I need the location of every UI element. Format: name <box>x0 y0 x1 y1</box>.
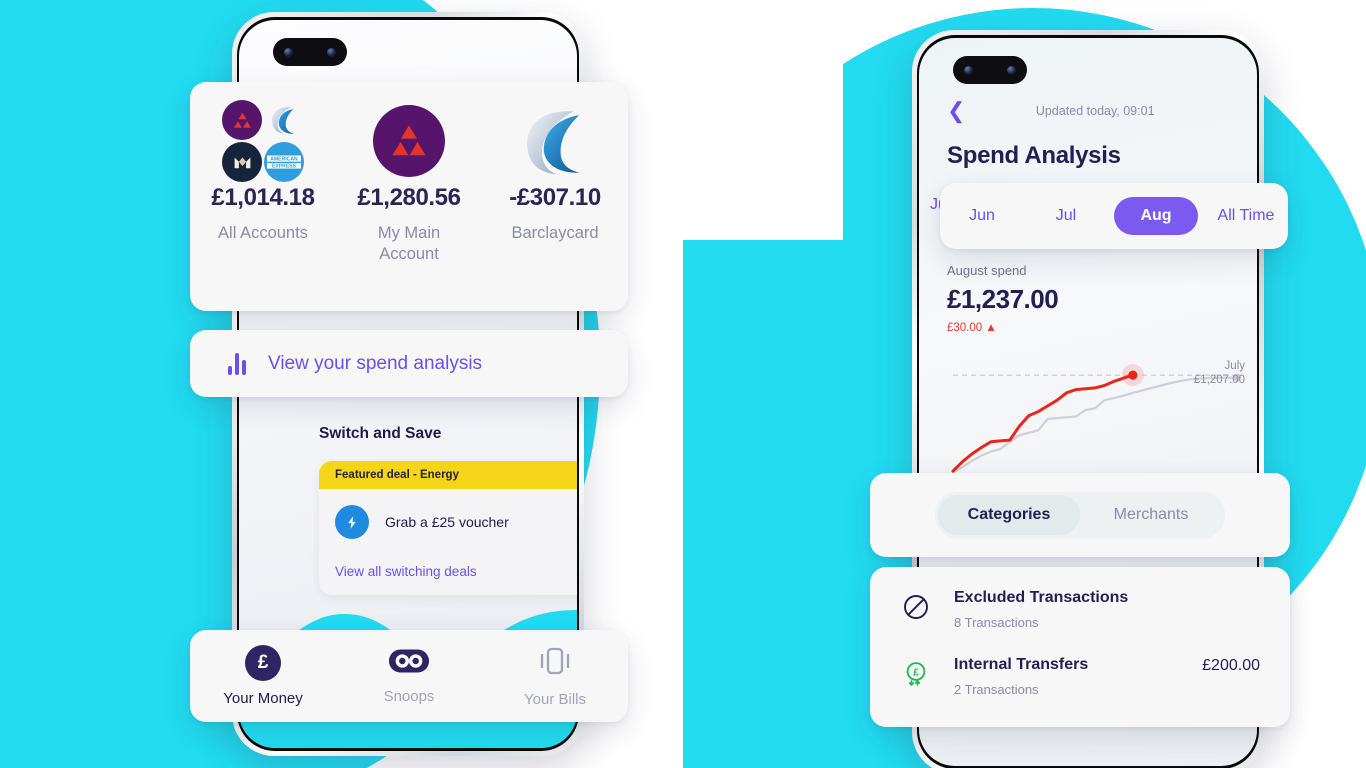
barclays-logo-icon <box>264 100 304 140</box>
camera-lens-icon <box>964 65 973 75</box>
camera-lens-icon <box>327 47 336 57</box>
camera-punchhole-left <box>273 38 347 66</box>
deal-banner-label: Featured deal - Energy <box>319 461 577 489</box>
nav-item-your-bills[interactable]: Your Bills <box>482 645 628 708</box>
deal-link-row[interactable]: View all switching deals → <box>335 561 577 581</box>
updated-timestamp: Updated today, 09:01 <box>1035 104 1155 118</box>
legend-series-name: July <box>1224 360 1245 372</box>
bank-logo-grid: AMERICAN EXPRESS <box>222 100 304 182</box>
lightning-bolt-icon <box>335 505 369 539</box>
month-pill-jul[interactable]: Jul <box>1024 207 1108 225</box>
spend-delta-value: £30.00 <box>947 322 983 334</box>
no-entry-icon <box>900 591 932 623</box>
month-selector: Jun Jul Aug All Time <box>940 183 1288 249</box>
triangle-up-icon: ▲ <box>985 322 997 334</box>
tab-merchants[interactable]: Merchants <box>1080 495 1222 535</box>
nav-item-your-money[interactable]: £ Your Money <box>190 645 336 707</box>
page-title: Spend Analysis <box>947 142 1121 169</box>
tabs-track: Categories Merchants <box>935 492 1225 538</box>
transaction-title: Internal Transfers <box>954 656 1089 673</box>
account-tile-all-accounts[interactable]: AMERICAN EXPRESS £1,014.18 All Accounts <box>190 82 336 311</box>
svg-text:EXPRESS: EXPRESS <box>272 163 297 169</box>
barclays-logo-icon <box>527 111 580 175</box>
nav-label: Snoops <box>383 687 435 705</box>
transaction-details: Internal Transfers 2 Transactions <box>954 656 1180 697</box>
account-name: All Accounts <box>218 224 308 242</box>
transactions-summary-card: Excluded Transactions 8 Transactions £ I… <box>870 567 1290 727</box>
breakdown-tabs-card: Categories Merchants <box>870 473 1290 557</box>
natwest-logo <box>373 104 445 178</box>
accounts-summary-card: AMERICAN EXPRESS £1,014.18 All Accounts <box>190 82 628 311</box>
month-pill-jun[interactable]: Jun <box>940 207 1024 225</box>
pound-transfer-icon: £ <box>900 658 932 690</box>
natwest-logo-icon <box>373 105 445 177</box>
svg-text:AMERICAN: AMERICAN <box>270 156 298 162</box>
bills-card-icon <box>536 645 574 682</box>
transaction-count: 8 Transactions <box>954 615 1039 630</box>
chart-legend: July £1,207.00 <box>1194 360 1245 386</box>
monzo-logo-icon <box>222 142 262 182</box>
nav-label: Your Money <box>223 690 303 707</box>
deal-offer-row: Grab a £25 voucher <box>335 505 577 539</box>
tab-categories[interactable]: Categories <box>938 495 1080 535</box>
spend-total-value: £1,237.00 <box>947 284 1059 314</box>
spend-summary-block: August spend £1,237.00 £30.00 ▲ <box>947 263 1247 334</box>
pound-coin-icon: £ <box>245 645 281 681</box>
barclays-logo <box>518 104 592 178</box>
bar-chart-icon <box>228 352 246 375</box>
view-spend-analysis-button[interactable]: View your spend analysis <box>190 330 628 397</box>
spend-period-label: August spend <box>947 263 1027 278</box>
camera-lens-icon <box>1007 65 1016 75</box>
natwest-logo-icon <box>222 100 262 140</box>
cyan-blob-right-notch <box>683 8 843 240</box>
list-item-excluded-transactions[interactable]: Excluded Transactions 8 Transactions <box>900 589 1260 630</box>
list-item-internal-transfers[interactable]: £ Internal Transfers 2 Transactions £200… <box>900 656 1260 697</box>
spend-delta: £30.00 ▲ <box>947 322 1247 334</box>
transaction-count: 2 Transactions <box>954 682 1039 697</box>
view-all-switching-deals-link[interactable]: View all switching deals <box>335 564 477 579</box>
transaction-details: Excluded Transactions 8 Transactions <box>954 589 1238 630</box>
switch-and-save-section: Switch and Save Featured deal - Energy G… <box>319 425 577 595</box>
deal-card-body: Grab a £25 voucher View all switching de… <box>319 489 577 595</box>
american-express-logo-icon: AMERICAN EXPRESS <box>264 142 304 182</box>
svg-text:£: £ <box>913 667 919 678</box>
month-pill-aug[interactable]: Aug <box>1114 197 1198 235</box>
featured-deal-card[interactable]: Featured deal - Energy Grab a £25 vouche… <box>319 461 577 595</box>
account-name: My Main Account <box>377 224 441 264</box>
deal-offer-label: Grab a £25 voucher <box>385 514 509 530</box>
screenshot-stage: Switch and Save Featured deal - Energy G… <box>0 0 1366 768</box>
camera-lens-icon <box>284 47 293 57</box>
transaction-amount: £200.00 <box>1202 657 1260 674</box>
account-amount: -£307.10 <box>509 184 601 211</box>
transaction-title: Excluded Transactions <box>954 589 1129 606</box>
account-name: Barclaycard <box>511 224 599 242</box>
account-amount: £1,014.18 <box>211 184 315 211</box>
month-pill-all-time[interactable]: All Time <box>1204 207 1288 225</box>
account-tile-barclaycard[interactable]: -£307.10 Barclaycard <box>482 82 628 311</box>
multi-bank-logos: AMERICAN EXPRESS <box>222 100 304 182</box>
bottom-navigation-bar: £ Your Money Snoops Your Bills <box>190 630 628 722</box>
screen-header-row: ❮ Updated today, 09:01 <box>947 100 1243 122</box>
account-amount: £1,280.56 <box>357 184 461 211</box>
camera-punchhole-right <box>953 56 1027 84</box>
nav-item-snoops[interactable]: Snoops <box>336 648 482 705</box>
switch-and-save-title: Switch and Save <box>319 425 442 442</box>
view-spend-analysis-label: View your spend analysis <box>268 352 483 374</box>
legend-series-value: £1,207.00 <box>1193 374 1245 386</box>
arrow-right-icon[interactable]: → <box>576 561 577 581</box>
chevron-left-icon[interactable]: ❮ <box>947 100 965 122</box>
account-tile-my-main-account[interactable]: £1,280.56 My Main Account <box>336 82 482 311</box>
nav-label: Your Bills <box>524 690 586 708</box>
snoop-eyes-icon <box>388 648 430 679</box>
